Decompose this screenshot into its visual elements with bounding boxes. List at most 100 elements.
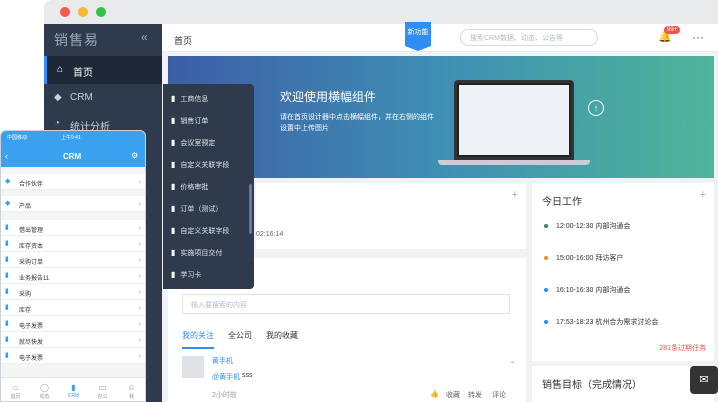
- module-icon: ▮: [171, 138, 176, 147]
- forward-button[interactable]: 转发: [468, 390, 482, 400]
- module-icon: ▮: [5, 320, 9, 327]
- top-header: 首页 新功能 搜索CRM数据、动态、公告等 🔔 99+ ···: [162, 22, 718, 52]
- feed-search-input[interactable]: 输入要搜索的内容: [182, 294, 510, 314]
- back-icon[interactable]: ‹: [5, 151, 8, 161]
- status-dot: [544, 224, 548, 229]
- chevron-right-icon: ›: [138, 199, 141, 208]
- post-mention[interactable]: @黄手机: [212, 372, 240, 382]
- todo-item[interactable]: 15:00-16:00 拜访客户: [544, 253, 623, 263]
- module-icon: ▮: [5, 272, 9, 279]
- search-input[interactable]: 搜索CRM数据、动态、公告等: [460, 29, 598, 46]
- window-titlebar: [44, 0, 718, 24]
- flyout-item[interactable]: ▮ 实施项目交付: [171, 248, 222, 262]
- list-item[interactable]: ▮ 库存 ›: [1, 300, 145, 316]
- clock: 上午9:41: [61, 135, 81, 141]
- flyout-item[interactable]: ▮ 自定义关联字段: [171, 226, 229, 240]
- list-item[interactable]: ▮ 业务报告11 ›: [1, 268, 145, 284]
- chevron-down-icon[interactable]: ⌄: [509, 356, 516, 365]
- new-feature-ribbon[interactable]: 新功能: [405, 22, 431, 51]
- more-icon[interactable]: ···: [692, 30, 704, 44]
- home-icon: ⌂: [13, 383, 18, 392]
- breadcrumb[interactable]: 首页: [174, 34, 192, 47]
- module-icon: ▮: [171, 116, 176, 125]
- product-icon: ◆: [5, 200, 11, 207]
- module-icon: ▮: [171, 248, 176, 257]
- user-icon: ☺: [127, 383, 136, 392]
- mobile-tab-office[interactable]: ▭ 办公: [88, 383, 117, 400]
- like-button[interactable]: 👍: [430, 390, 439, 398]
- close-dot[interactable]: [60, 7, 70, 17]
- list-item[interactable]: ▮ 就尽快发 ›: [1, 332, 145, 348]
- feed-icon: ◯: [40, 383, 49, 392]
- mobile-title: CRM: [63, 152, 82, 161]
- flyout-item[interactable]: ▮ 订单（测试）: [171, 204, 222, 218]
- sidebar-item-home[interactable]: ⌂ 首页: [44, 56, 162, 84]
- comment-button[interactable]: 评论: [492, 390, 506, 400]
- today-work-card: 今日工作 + 12:00-12:30 内部沟通会 15:00-16:00 拜访客…: [532, 183, 714, 361]
- chevron-right-icon: ›: [138, 335, 141, 344]
- post-author[interactable]: 黄手机: [212, 356, 233, 366]
- module-icon: ▮: [5, 240, 9, 247]
- flyout-item[interactable]: ▮ 学习卡: [171, 270, 201, 284]
- flyout-item[interactable]: ▮ 自定义关联字段: [171, 160, 229, 174]
- todo-item[interactable]: 16:10-16:30 内部沟通会: [544, 285, 630, 295]
- flyout-item[interactable]: ▮ 价格审批: [171, 182, 208, 196]
- list-item[interactable]: ◆ 产品 ›: [1, 196, 145, 212]
- sidebar-item-crm[interactable]: ◆ CRM: [44, 84, 162, 112]
- favorite-button[interactable]: 收藏: [446, 390, 460, 400]
- minimize-dot[interactable]: [78, 7, 88, 17]
- list-item[interactable]: ▮ 电子发票 ›: [1, 348, 145, 364]
- module-icon: ▮: [5, 304, 9, 311]
- maximize-dot[interactable]: [96, 7, 106, 17]
- list-item[interactable]: ▮ 采购订单 ›: [1, 252, 145, 268]
- chevron-right-icon: ›: [138, 271, 141, 280]
- crm-icon: ▮: [71, 383, 76, 392]
- crm-icon: ◆: [54, 92, 62, 103]
- laptop-screen: [459, 85, 569, 155]
- mobile-tab-crm[interactable]: ▮ CRM: [59, 383, 88, 399]
- mobile-tab-feed[interactable]: ◯ 动态: [30, 383, 59, 400]
- settings-icon[interactable]: ⚙: [131, 151, 138, 160]
- mobile-tab-me[interactable]: ☺ 我: [117, 383, 145, 400]
- sales-target-title: 销售目标（完成情况）: [542, 380, 642, 391]
- tab-company[interactable]: 全公司: [228, 330, 252, 341]
- todo-item[interactable]: 12:00-12:30 内部沟通会: [544, 221, 630, 231]
- mobile-preview: 中国移动 上午9:41 ‹ CRM ⚙ ◆ 合作伙伴 › ◆ 产品 › ▮ 借出管理 › ▮…: [0, 130, 146, 402]
- flyout-scrollbar[interactable]: [249, 184, 252, 234]
- chevron-right-icon: ›: [138, 223, 141, 232]
- flyout-item[interactable]: ▮ 工商信息: [171, 94, 208, 108]
- list-item[interactable]: ◆ 合作伙伴 ›: [1, 174, 145, 190]
- app-logo: 销售易: [54, 32, 99, 48]
- mobile-tab-home[interactable]: ⌂ 首页: [1, 383, 30, 400]
- laptop-base: [438, 160, 590, 165]
- widget-card-partial: + 02:16:14: [256, 183, 526, 249]
- flyout-item[interactable]: ▮ 会议室预定: [171, 138, 215, 152]
- status-dot: [544, 256, 548, 261]
- module-icon: ▮: [171, 94, 176, 103]
- todo-item[interactable]: 17:53-18:23 杭州合为需求讨论会: [544, 317, 658, 327]
- tab-favorites[interactable]: 我的收藏: [266, 330, 298, 341]
- sidebar-item-label: 首页: [73, 68, 93, 79]
- list-item[interactable]: ▮ 借出管理 ›: [1, 220, 145, 236]
- tab-following[interactable]: 我的关注: [182, 330, 214, 349]
- overdue-link[interactable]: 281条过期任务: [659, 343, 706, 353]
- flyout-item[interactable]: ▮ 销售订单: [171, 116, 208, 130]
- add-task-icon[interactable]: +: [700, 189, 706, 201]
- list-item[interactable]: ▮ 电子发票 ›: [1, 316, 145, 332]
- list-item[interactable]: ▮ 采购 ›: [1, 284, 145, 300]
- module-icon: ▮: [171, 182, 176, 191]
- home-icon: ⌂: [57, 64, 64, 75]
- upload-icon[interactable]: ↑: [588, 100, 604, 116]
- sidebar-item-label: CRM: [70, 92, 93, 103]
- crm-flyout-menu: ▮ 工商信息 ▮ 销售订单 ▮ 会议室预定 ▮ 自定义关联字段 ▮ 价格审批 ▮ 订单（测试…: [163, 84, 254, 289]
- collapse-icon[interactable]: «: [141, 30, 148, 44]
- avatar[interactable]: [182, 356, 204, 378]
- chevron-right-icon: ›: [138, 177, 141, 186]
- list-item[interactable]: ▮ 库存资本 ›: [1, 236, 145, 252]
- chevron-right-icon: ›: [138, 303, 141, 312]
- module-icon: ▮: [5, 288, 9, 295]
- add-widget-icon[interactable]: +: [512, 189, 518, 201]
- chevron-right-icon: ›: [138, 319, 141, 328]
- post-text: sss: [242, 372, 253, 379]
- chat-icon[interactable]: ✉: [690, 366, 718, 394]
